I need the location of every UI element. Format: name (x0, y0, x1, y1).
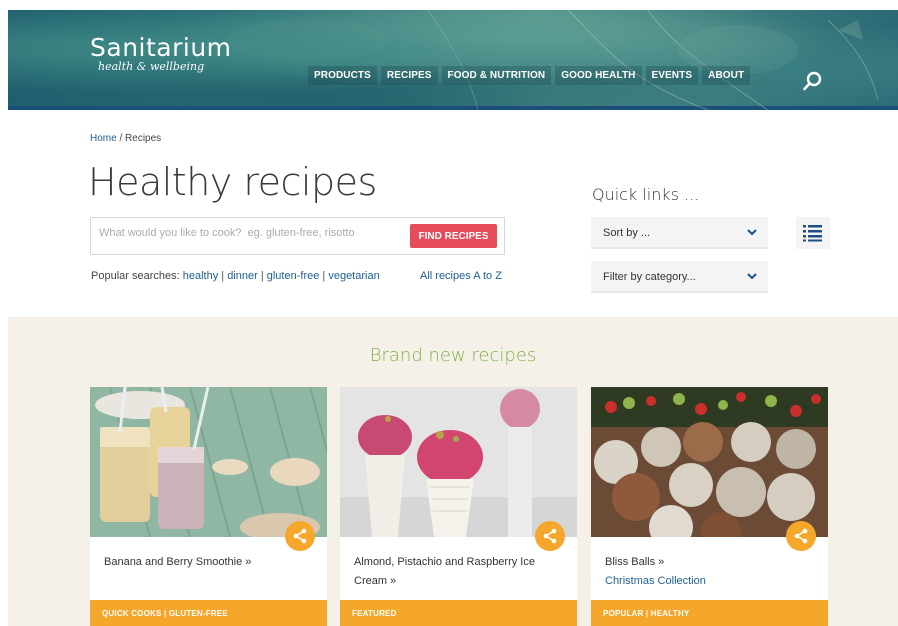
page-title: Healthy recipes (88, 160, 377, 204)
separator: | (218, 270, 228, 282)
recipe-search-box: FIND RECIPES (90, 217, 505, 255)
filter-category-dropdown[interactable]: Filter by category... (591, 261, 768, 293)
list-view-icon (803, 225, 822, 242)
popular-link-dinner[interactable]: dinner (227, 270, 258, 282)
sort-by-dropdown[interactable]: Sort by ... (591, 217, 768, 249)
site-header: Sanitarium health & wellbeing PRODUCTS R… (8, 10, 898, 110)
share-icon (293, 528, 307, 544)
section-title: Brand new recipes (369, 345, 537, 366)
separator: | (319, 270, 329, 282)
search-icon[interactable] (802, 70, 824, 92)
recipe-title-text[interactable]: Bliss Balls » (605, 556, 664, 568)
popular-searches: Popular searches: healthy | dinner | glu… (91, 270, 380, 282)
share-button[interactable] (285, 521, 315, 551)
main-nav: PRODUCTS RECIPES FOOD & NUTRITION GOOD H… (308, 66, 754, 85)
quick-links-title: Quick links ... (592, 185, 700, 204)
recipe-card[interactable]: Banana and Berry Smoothie » QUICK COOKS … (90, 387, 327, 626)
recipe-tags: QUICK COOKS | GLUTEN-FREE (90, 600, 327, 626)
recipe-title[interactable]: Banana and Berry Smoothie » (104, 553, 304, 572)
breadcrumb: Home / Recipes (90, 133, 161, 144)
recipe-image-smoothie[interactable] (90, 387, 327, 537)
filter-category-label: Filter by category... (603, 271, 696, 283)
chevron-down-icon (747, 229, 757, 236)
recipe-title-text[interactable]: Almond, Pistachio and Raspberry Ice Crea… (354, 556, 535, 587)
list-view-button[interactable] (796, 217, 830, 249)
recipe-tags: FEATURED (340, 600, 577, 626)
share-icon (794, 528, 808, 544)
recipe-search-input[interactable] (99, 227, 399, 239)
recipe-title-text[interactable]: Banana and Berry Smoothie » (104, 556, 251, 568)
site-logo[interactable]: Sanitarium health & wellbeing (90, 33, 232, 74)
breadcrumb-home[interactable]: Home (90, 133, 117, 144)
share-button[interactable] (786, 521, 816, 551)
recipe-tags: POPULAR | HEALTHY (591, 600, 828, 626)
chevron-down-icon (747, 273, 757, 280)
popular-link-healthy[interactable]: healthy (183, 270, 218, 282)
brand-new-recipes-section: Brand new recipes Banana and Berry Smoot… (8, 317, 898, 626)
separator: | (257, 270, 267, 282)
nav-good-health[interactable]: GOOD HEALTH (555, 66, 642, 85)
share-icon (543, 528, 557, 544)
recipe-image-ice-cream[interactable] (340, 387, 577, 537)
logo-wordmark: Sanitarium (90, 33, 232, 62)
recipe-title[interactable]: Almond, Pistachio and Raspberry Ice Crea… (354, 553, 554, 591)
popular-searches-label: Popular searches: (91, 270, 183, 282)
recipe-title[interactable]: Bliss Balls » Christmas Collection (605, 553, 805, 591)
recipe-card[interactable]: Bliss Balls » Christmas Collection POPUL… (591, 387, 828, 626)
nav-recipes[interactable]: RECIPES (380, 66, 438, 85)
sort-by-label: Sort by ... (603, 227, 651, 239)
all-recipes-link[interactable]: All recipes A to Z (420, 270, 502, 282)
recipe-image-bliss-balls[interactable] (591, 387, 828, 537)
popular-link-gluten-free[interactable]: gluten-free (267, 270, 320, 282)
nav-products[interactable]: PRODUCTS (308, 66, 377, 85)
breadcrumb-separator: / (116, 133, 126, 144)
find-recipes-button[interactable]: FIND RECIPES (410, 224, 497, 248)
nav-food-nutrition[interactable]: FOOD & NUTRITION (441, 66, 552, 85)
breadcrumb-current: Recipes (125, 133, 162, 144)
nav-events[interactable]: EVENTS (645, 66, 699, 85)
recipe-collection-link[interactable]: Christmas Collection (605, 572, 805, 591)
share-button[interactable] (535, 521, 565, 551)
nav-about[interactable]: ABOUT (702, 66, 751, 85)
recipe-card[interactable]: Almond, Pistachio and Raspberry Ice Crea… (340, 387, 577, 626)
popular-link-vegetarian[interactable]: vegetarian (328, 270, 379, 282)
